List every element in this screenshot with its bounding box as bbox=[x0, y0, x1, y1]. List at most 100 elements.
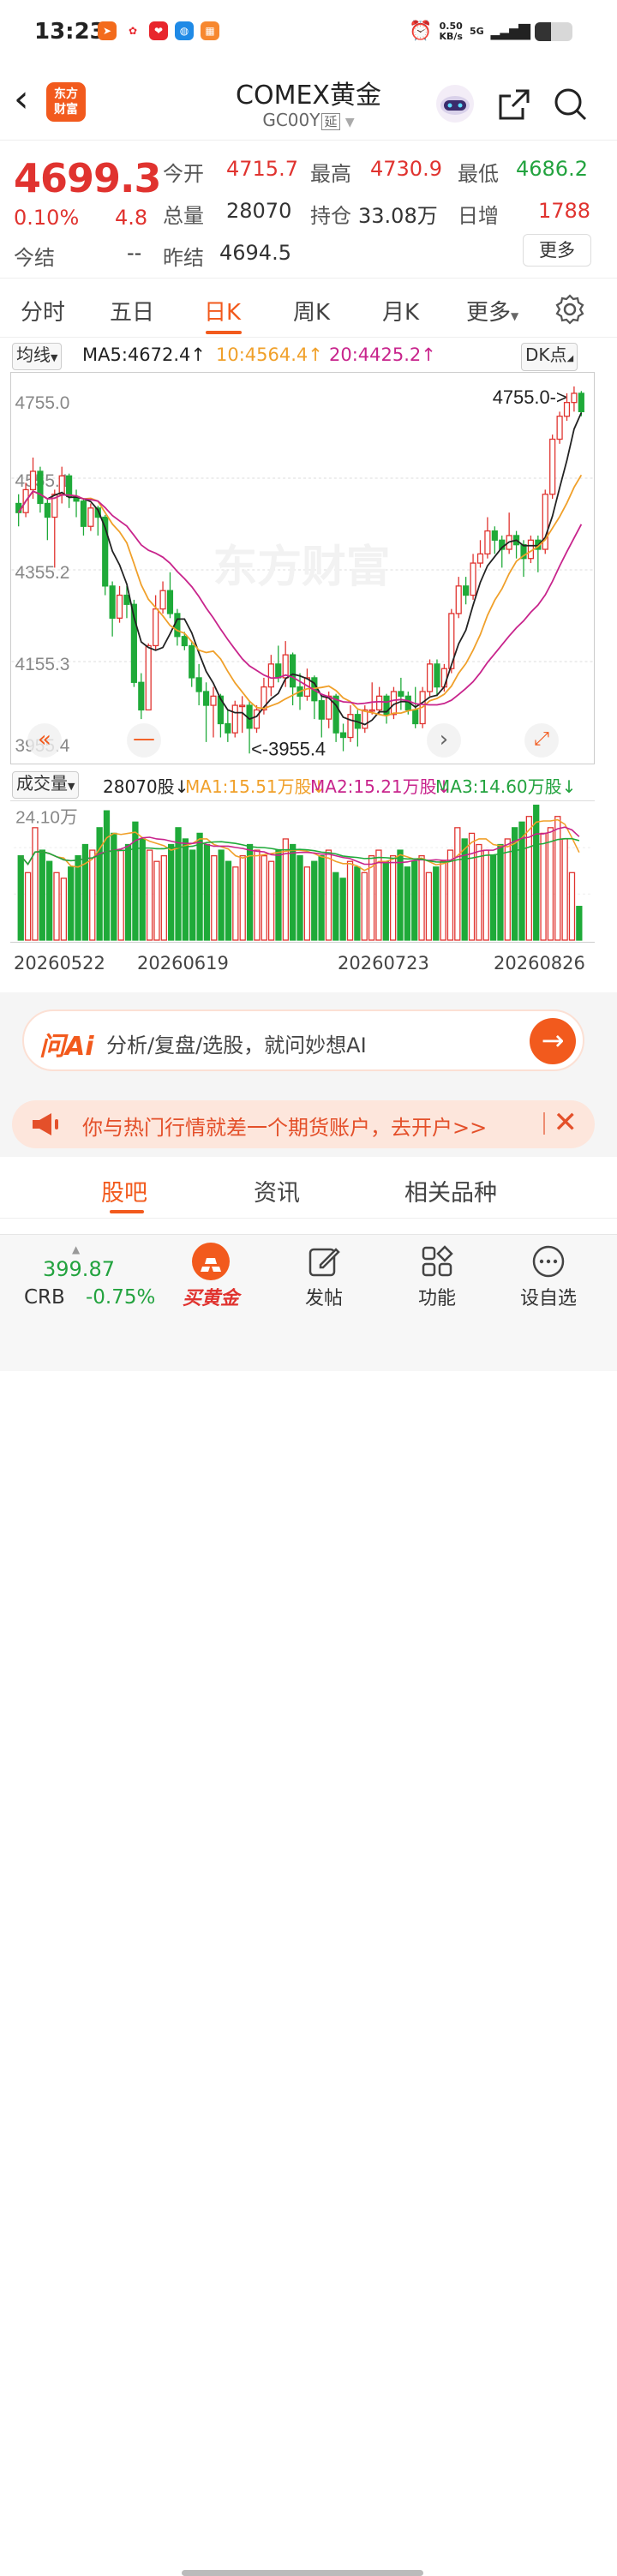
settle-label: 今结 bbox=[14, 246, 55, 270]
ai-robot-icon[interactable] bbox=[434, 82, 476, 125]
close-icon[interactable]: ✕ bbox=[554, 1105, 578, 1140]
volume-bar bbox=[461, 838, 468, 941]
content-tabs: 股吧 资讯 相关品种 bbox=[0, 1159, 617, 1219]
dk-point-button[interactable]: DK点◢ bbox=[521, 343, 578, 371]
home-indicator bbox=[182, 2570, 423, 2576]
candle-body bbox=[455, 585, 462, 614]
open-label: 今开 bbox=[163, 162, 204, 186]
candle-body bbox=[463, 585, 470, 596]
candlestick-chart[interactable]: 东方财富4755.04555.14355.24155.33955.44755.0… bbox=[10, 372, 595, 764]
ai-ask-box[interactable]: 问Ai 分析/复盘/选股，就问妙想AI → bbox=[22, 1009, 584, 1071]
high-value: 4730.9 bbox=[370, 157, 442, 181]
candle-body bbox=[440, 668, 447, 688]
fullscreen-icon[interactable]: ⤢ bbox=[524, 723, 559, 758]
volume-bar bbox=[504, 838, 511, 941]
open-value: 4715.7 bbox=[226, 157, 298, 181]
functions-button[interactable]: 功能 bbox=[394, 1240, 480, 1310]
volume-bar bbox=[468, 832, 476, 941]
prev-settle-label: 昨结 bbox=[163, 246, 204, 270]
caret-down-icon: ▼ bbox=[68, 781, 75, 792]
share-icon[interactable] bbox=[495, 86, 533, 123]
volume-chart[interactable]: 24.10万 bbox=[10, 800, 595, 943]
add-watchlist-button[interactable]: 设自选 bbox=[506, 1240, 591, 1310]
date-label: 20260522 bbox=[14, 953, 105, 973]
candle-body bbox=[195, 677, 202, 692]
volume-bar bbox=[303, 866, 311, 941]
ma5-label: MA5:4672.4↑ bbox=[82, 344, 207, 365]
crb-value: 399.87 bbox=[43, 1257, 115, 1281]
candle-body bbox=[376, 695, 383, 711]
settle-value: -- bbox=[127, 241, 142, 265]
tab-weekly-k[interactable]: 周K bbox=[293, 295, 330, 326]
functions-label: 功能 bbox=[417, 1288, 456, 1309]
volume-bar bbox=[32, 827, 39, 941]
tab-daily-k[interactable]: 日K bbox=[204, 295, 241, 326]
crb-index[interactable]: ▲ 399.87 CRB -0.75% bbox=[24, 1242, 161, 1319]
min-price-label: <-3955.4 bbox=[251, 738, 326, 759]
buy-gold-button[interactable]: 买黄金 bbox=[168, 1240, 254, 1310]
max-price-label: 4755.0-> bbox=[493, 386, 567, 408]
tab-monthly-k[interactable]: 月K bbox=[382, 295, 419, 326]
volume-bar bbox=[267, 860, 275, 941]
volume-bar bbox=[482, 849, 489, 941]
scroll-right-icon[interactable]: › bbox=[427, 723, 461, 758]
candle-body bbox=[29, 470, 37, 491]
volume-bar bbox=[254, 849, 261, 941]
tab-news[interactable]: 资讯 bbox=[254, 1174, 300, 1207]
volume-bar bbox=[311, 860, 318, 941]
paper-plane-icon: ➤ bbox=[98, 21, 117, 40]
candle-body bbox=[578, 392, 584, 413]
search-icon[interactable] bbox=[552, 86, 590, 123]
price-tick-label: 4155.3 bbox=[15, 655, 69, 674]
high-label: 最高 bbox=[310, 162, 351, 186]
net-speed: 0.50 KB/s bbox=[439, 20, 463, 42]
megaphone-icon bbox=[33, 1113, 58, 1135]
candle-body bbox=[290, 654, 297, 688]
candle-body bbox=[66, 475, 73, 498]
tab-five-day[interactable]: 五日 bbox=[110, 295, 154, 326]
candle-body bbox=[549, 438, 556, 495]
volume-bar bbox=[153, 860, 160, 941]
volume-bar bbox=[411, 860, 418, 941]
volume-bar bbox=[418, 854, 425, 941]
volume-bar bbox=[290, 843, 297, 941]
volume-bar bbox=[261, 854, 267, 941]
arrow-right-icon[interactable]: → bbox=[530, 1018, 576, 1064]
settings-gear-icon[interactable] bbox=[554, 293, 586, 326]
tab-intraday[interactable]: 分时 bbox=[21, 295, 65, 326]
volume-label: 总量 bbox=[163, 204, 204, 228]
more-button[interactable]: 更多 bbox=[523, 234, 591, 267]
zoom-out-icon[interactable]: — bbox=[127, 723, 161, 758]
tab-stock-forum[interactable]: 股吧 bbox=[101, 1174, 147, 1207]
low-value: 4686.2 bbox=[516, 157, 588, 181]
tab-more[interactable]: 更多▼ bbox=[466, 295, 518, 326]
volume-bar bbox=[489, 854, 497, 941]
volume-bar bbox=[561, 838, 568, 941]
volume-bar bbox=[175, 827, 182, 941]
open-interest-value: 33.08万 bbox=[358, 204, 438, 228]
volume-bar bbox=[17, 854, 24, 941]
volume-indicator-selector[interactable]: 成交量▼ bbox=[12, 771, 80, 799]
tab-related[interactable]: 相关品种 bbox=[404, 1174, 497, 1207]
candle-body bbox=[239, 704, 246, 708]
ma10-label: 10:4564.4↑ bbox=[216, 344, 323, 365]
gold-bars-icon bbox=[192, 1243, 230, 1280]
volume-bar bbox=[339, 878, 346, 941]
ma-legend: 均线▼ MA5:4672.4↑ 10:4564.4↑ 20:4425.2↑ DK… bbox=[0, 339, 617, 371]
candle-body bbox=[87, 507, 94, 527]
delay-tag: 延 bbox=[321, 113, 340, 130]
volume-bar bbox=[576, 906, 583, 941]
candle-body bbox=[138, 681, 145, 711]
volume-bar bbox=[211, 854, 218, 941]
post-button[interactable]: 发帖 bbox=[281, 1240, 367, 1310]
indicator-selector[interactable]: 均线▼ bbox=[12, 343, 63, 370]
volume-bar bbox=[24, 872, 32, 941]
candle-body bbox=[159, 590, 166, 610]
volume-bar bbox=[218, 849, 225, 941]
volume-bar bbox=[361, 872, 368, 941]
scroll-left-icon[interactable]: « bbox=[27, 723, 62, 758]
alarm-icon: ⏰ bbox=[409, 21, 433, 42]
signal-icon: ▂▃▅▇ bbox=[490, 22, 530, 40]
candle-body bbox=[267, 663, 274, 688]
open-account-banner[interactable]: 你与热门行情就差一个期货账户，去开户>> ✕ bbox=[12, 1100, 595, 1148]
